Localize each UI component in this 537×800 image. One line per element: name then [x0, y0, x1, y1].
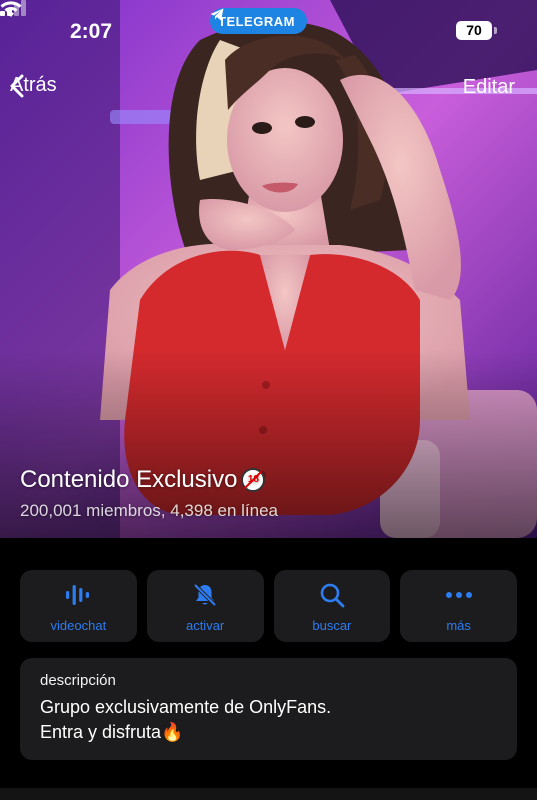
description-card: descripción Grupo exclusivamente de Only…	[20, 658, 517, 760]
status-time: 2:07	[70, 20, 113, 43]
channel-header: Contenido Exclusivo 18 200,001 miembros,…	[20, 466, 278, 521]
search-label: buscar	[312, 617, 352, 633]
chevron-left-icon	[10, 74, 24, 98]
bell-muted-icon	[190, 580, 220, 610]
more-label: más	[446, 617, 471, 633]
videochat-label: videochat	[50, 617, 107, 633]
edit-button[interactable]: Editar	[463, 76, 515, 99]
battery-tip	[494, 27, 497, 34]
channel-profile-photo[interactable]: 2:07 TELEGRAM 70 Atrás Editar Contenido …	[0, 0, 537, 538]
profile-photo-illustration	[0, 0, 537, 538]
battery-indicator: 70	[456, 21, 492, 40]
description-text: Grupo exclusivamente de OnlyFans. Entra …	[40, 697, 332, 742]
action-buttons-row: videochat activar buscar más	[20, 570, 517, 642]
telegram-return-pill[interactable]: TELEGRAM	[210, 8, 307, 34]
videochat-button[interactable]: videochat	[20, 570, 137, 642]
activate-notifications-button[interactable]: activar	[146, 570, 264, 642]
voice-chat-icon	[63, 580, 93, 610]
more-button[interactable]: más	[400, 570, 517, 642]
status-bar: 2:07 TELEGRAM 70	[0, 0, 537, 60]
search-icon	[317, 580, 347, 610]
wifi-icon	[0, 1, 22, 17]
channel-member-count: 200,001 miembros, 4,398 en línea	[20, 501, 279, 520]
description-label: descripción	[40, 672, 116, 689]
channel-title-row: Contenido Exclusivo 18	[20, 466, 278, 494]
more-dots-icon	[444, 580, 474, 610]
telegram-plane-icon	[210, 8, 224, 21]
next-section-edge	[0, 788, 537, 800]
search-button[interactable]: buscar	[273, 570, 391, 642]
channel-info-screen: 2:07 TELEGRAM 70 Atrás Editar Contenido …	[0, 0, 537, 800]
no-under-18-icon: 18	[241, 468, 266, 492]
channel-title: Contenido Exclusivo	[20, 466, 238, 493]
back-button[interactable]: Atrás	[10, 74, 57, 98]
telegram-pill-label: TELEGRAM	[218, 13, 295, 29]
activate-label: activar	[185, 617, 225, 633]
